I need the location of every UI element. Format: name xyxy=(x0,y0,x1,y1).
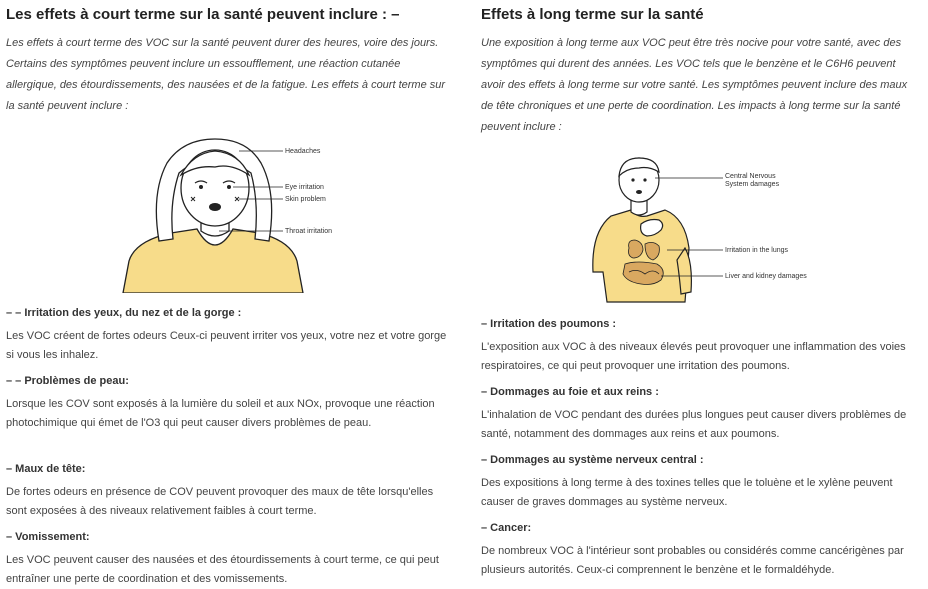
section-heading: – Irritation des poumons : xyxy=(481,318,617,330)
short-term-title: Les effets à court terme sur la santé pe… xyxy=(6,6,400,23)
section-cancer: – Cancer: De nombreux VOC à l'intérieur … xyxy=(481,520,921,580)
section-text: Lorsque les COV sont exposés à la lumièr… xyxy=(6,398,435,429)
section-heading: – Cancer: xyxy=(481,522,532,534)
section-text: Les VOC créent de fortes odeurs Ceux-ci … xyxy=(6,330,447,361)
woman-symptoms-illustration: Headaches Eye irritation Skin problem Th… xyxy=(122,138,332,294)
section-text: De fortes odeurs en présence de COV peuv… xyxy=(6,486,434,517)
section-heading: – Dommages au foie et aux reins : xyxy=(481,386,659,398)
section-heading: – Vomissement: xyxy=(6,531,90,543)
section-nervous-system: – Dommages au système nerveux central : … xyxy=(481,452,921,512)
label-throat-irritation: Throat irritation xyxy=(285,228,332,235)
section-text: L'inhalation de VOC pendant des durées p… xyxy=(481,409,907,440)
section-text: De nombreux VOC à l'intérieur sont proba… xyxy=(481,545,904,576)
section-eye-nose-throat: – – Irritation des yeux, du nez et de la… xyxy=(6,305,452,365)
long-term-intro: Une exposition à long terme aux VOC peut… xyxy=(481,37,908,133)
section-text: Les VOC peuvent causer des nausées et de… xyxy=(6,554,439,585)
section-heading: – – Problèmes de peau: xyxy=(6,375,129,387)
long-term-title: Effets à long terme sur la santé xyxy=(481,6,704,23)
label-cns-1: Central Nervous xyxy=(725,173,776,180)
section-liver-kidney: – Dommages au foie et aux reins : L'inha… xyxy=(481,384,921,444)
long-term-illustration: Central Nervous System damages Irritatio… xyxy=(581,152,821,308)
label-skin-problem: Skin problem xyxy=(285,196,326,203)
man-organs-illustration: Central Nervous System damages Irritatio… xyxy=(592,157,807,303)
label-eye-irritation: Eye irritation xyxy=(285,184,324,191)
label-liver-kidney: Liver and kidney damages xyxy=(725,273,807,280)
section-heading: – Maux de tête: xyxy=(6,463,86,475)
section-text: Des expositions à long terme à des toxin… xyxy=(481,477,893,508)
label-headaches: Headaches xyxy=(285,148,321,155)
label-lungs: Irritation in the lungs xyxy=(725,247,789,254)
section-lungs: – Irritation des poumons : L'exposition … xyxy=(481,316,921,376)
section-heading: – – Irritation des yeux, du nez et de la… xyxy=(6,307,242,319)
section-skin: – – Problèmes de peau: Lorsque les COV s… xyxy=(6,373,452,433)
short-term-intro: Les effets à court terme des VOC sur la … xyxy=(6,37,446,112)
section-text: L'exposition aux VOC à des niveaux élevé… xyxy=(481,341,906,372)
section-vomiting: – Vomissement: Les VOC peuvent causer de… xyxy=(6,529,452,589)
section-headache: – Maux de tête: De fortes odeurs en prés… xyxy=(6,461,452,521)
short-term-illustration: Headaches Eye irritation Skin problem Th… xyxy=(111,133,371,294)
section-heading: – Dommages au système nerveux central : xyxy=(481,454,704,466)
label-cns-2: System damages xyxy=(725,181,780,188)
